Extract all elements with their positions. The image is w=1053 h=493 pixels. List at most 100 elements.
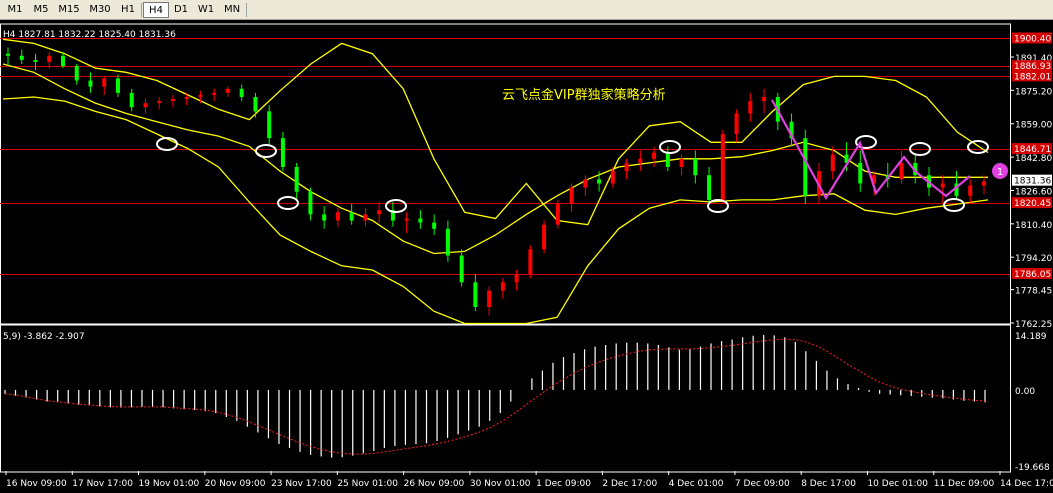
candle-body bbox=[597, 179, 602, 184]
oscillator-tick-label: 14.189 bbox=[1015, 332, 1047, 342]
annotation-ellipse bbox=[255, 144, 277, 158]
candle-body bbox=[377, 210, 382, 215]
x-tick-label: 1 Dec 09:00 bbox=[536, 479, 591, 489]
bollinger-lower-band bbox=[2, 96, 989, 325]
price-line-label: 1786.05 bbox=[1014, 270, 1051, 280]
candle-body bbox=[322, 214, 327, 221]
x-tick-label: 30 Nov 01:00 bbox=[470, 479, 531, 489]
candle-body bbox=[679, 158, 684, 167]
x-tick-label: 7 Dec 09:00 bbox=[735, 479, 790, 489]
candle-body bbox=[734, 113, 739, 135]
candle-body bbox=[335, 212, 340, 221]
candle-body bbox=[33, 59, 38, 62]
candle-body bbox=[899, 162, 904, 180]
candle-body bbox=[74, 66, 79, 81]
candle-body bbox=[363, 214, 368, 221]
oscillator-label: 5,9) -3.862 -2.907 bbox=[3, 332, 85, 342]
candle-body bbox=[404, 218, 409, 221]
x-tick-label: 10 Dec 01:00 bbox=[867, 479, 928, 489]
candle-body bbox=[294, 166, 299, 192]
candle-body bbox=[555, 204, 560, 225]
current-price-label: 1831.36 bbox=[1014, 177, 1051, 187]
candle-body bbox=[830, 154, 835, 172]
candle-body bbox=[212, 92, 217, 95]
candle-body bbox=[940, 183, 945, 188]
x-tick-label: 17 Nov 17:00 bbox=[72, 479, 133, 489]
candle-body bbox=[267, 111, 272, 139]
candle-body bbox=[720, 134, 725, 200]
x-tick-label: 25 Nov 01:00 bbox=[337, 479, 398, 489]
candle-body bbox=[6, 53, 10, 56]
candle-body bbox=[569, 187, 574, 205]
x-tick-label: 20 Nov 09:00 bbox=[205, 479, 266, 489]
candle-body bbox=[610, 171, 615, 184]
candle-body bbox=[253, 96, 258, 112]
candle-body bbox=[693, 158, 698, 176]
candle-body bbox=[47, 55, 52, 62]
candle-body bbox=[239, 88, 244, 97]
annotation-ellipse bbox=[385, 199, 407, 213]
candle-body bbox=[968, 185, 973, 196]
x-tick-label: 19 Nov 01:00 bbox=[139, 479, 200, 489]
candle-body bbox=[982, 181, 986, 186]
candle-body bbox=[583, 179, 588, 188]
y-tick-label: 1826.60 bbox=[1015, 187, 1052, 197]
x-tick-label: 11 Dec 09:00 bbox=[934, 479, 995, 489]
annotation-ellipse bbox=[156, 137, 178, 151]
candle-body bbox=[115, 78, 120, 93]
candle-body bbox=[157, 101, 162, 104]
candle-body bbox=[803, 138, 808, 196]
candle-body bbox=[638, 158, 643, 163]
candle-body bbox=[225, 88, 230, 93]
candle-body bbox=[459, 255, 464, 283]
candle-body bbox=[88, 80, 93, 87]
candle-body bbox=[652, 152, 657, 159]
x-tick-label: 14 Dec 17:00 bbox=[1000, 479, 1053, 489]
x-tick-label: 4 Dec 01:00 bbox=[669, 479, 724, 489]
y-tick-label: 1762.25 bbox=[1015, 320, 1052, 330]
price-line-label: 1900.40 bbox=[1014, 34, 1051, 44]
candle-body bbox=[665, 152, 670, 167]
candle-body bbox=[748, 101, 753, 114]
candle-body bbox=[102, 78, 107, 87]
candle-body bbox=[624, 162, 629, 172]
candle-body bbox=[280, 138, 285, 167]
y-tick-label: 1794.20 bbox=[1015, 254, 1052, 264]
oscillator-tick-label: 0.00 bbox=[1015, 387, 1035, 397]
candle-body bbox=[432, 222, 437, 229]
price-line-label: 1846.71 bbox=[1014, 145, 1051, 155]
marker-label: 1 bbox=[997, 167, 1003, 178]
bollinger-middle-band bbox=[2, 63, 988, 255]
candle-body bbox=[762, 96, 767, 102]
y-tick-label: 1778.45 bbox=[1015, 287, 1052, 297]
annotation-ellipse bbox=[967, 140, 989, 154]
candle-body bbox=[60, 55, 65, 67]
candle-body bbox=[514, 274, 519, 283]
annotation-ellipse bbox=[659, 140, 681, 154]
x-tick-label: 26 Nov 09:00 bbox=[404, 479, 465, 489]
candle-body bbox=[528, 249, 533, 275]
candle-body bbox=[170, 99, 175, 102]
y-tick-label: 1875.20 bbox=[1015, 87, 1052, 97]
oscillator-tick-label: -19.668 bbox=[1015, 463, 1050, 473]
candle-body bbox=[858, 162, 863, 184]
candle-body bbox=[143, 103, 148, 108]
candle-body bbox=[308, 191, 313, 215]
candle-body bbox=[19, 55, 24, 60]
candle-body bbox=[418, 218, 423, 223]
candle-body bbox=[445, 228, 450, 256]
x-tick-label: 2 Dec 17:00 bbox=[602, 479, 657, 489]
x-tick-label: 23 Nov 17:00 bbox=[271, 479, 332, 489]
chart-canvas[interactable]: H4 1827.81 1832.22 1825.40 1831.361891.4… bbox=[0, 0, 1053, 493]
candle-body bbox=[707, 175, 712, 200]
candle-body bbox=[500, 282, 505, 291]
x-tick-label: 16 Nov 09:00 bbox=[6, 479, 67, 489]
candle-body bbox=[487, 290, 492, 308]
price-line-label: 1820.45 bbox=[1014, 199, 1051, 209]
price-line-label: 1882.01 bbox=[1014, 72, 1051, 82]
candle-body bbox=[349, 212, 354, 221]
candle-body bbox=[184, 96, 189, 100]
candle-body bbox=[198, 94, 203, 97]
y-tick-label: 1859.00 bbox=[1015, 121, 1052, 131]
watermark-text: 云飞点金VIP群独家策略分析 bbox=[502, 87, 666, 103]
